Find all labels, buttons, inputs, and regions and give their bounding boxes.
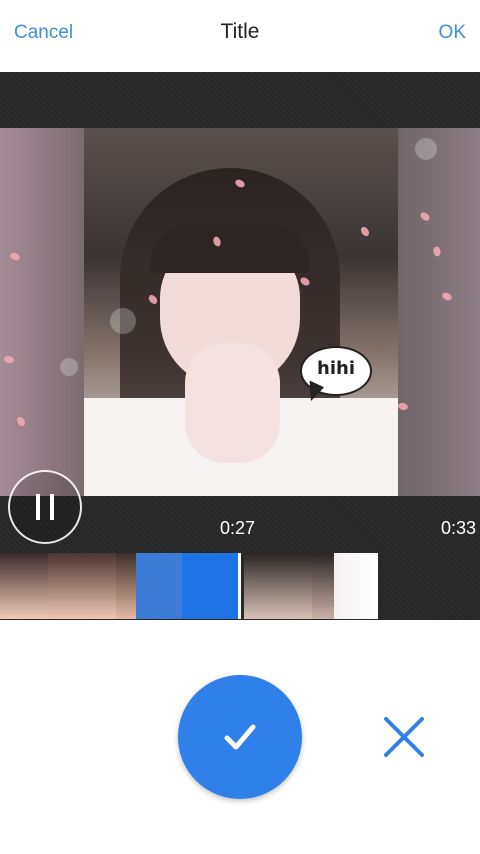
filmstrip-frame[interactable] [116,553,136,619]
bokeh-light [60,358,78,376]
confirm-button[interactable] [178,675,302,799]
hand-shape [185,343,280,463]
filmstrip-frame-selected[interactable] [136,553,182,619]
pause-button[interactable] [8,470,82,544]
current-time: 0:27 [220,518,256,538]
petal [418,210,432,223]
speech-bubble-text: hihi [317,358,355,379]
filmstrip-frame[interactable] [244,553,312,619]
petal [432,245,442,258]
bangs-shape [150,223,310,273]
filmstrip-frame[interactable] [312,553,334,619]
total-time: 0:33 [440,518,476,538]
petal [15,415,27,428]
bokeh-light [110,308,136,334]
page-title: Title [220,20,260,43]
filmstrip-frame[interactable] [0,553,48,619]
playhead[interactable] [238,553,241,619]
petal [440,291,454,302]
bokeh-light [415,138,437,160]
petal [397,401,409,412]
checkmark-icon [224,724,256,750]
video-preview[interactable]: hihi [0,128,480,496]
petal [3,355,15,364]
top-dark-band [0,72,480,128]
filmstrip-frame[interactable] [334,553,378,619]
filmstrip-frame-selected[interactable] [182,553,238,619]
filmstrip-frame[interactable] [48,553,116,619]
ok-button[interactable]: OK [439,22,466,44]
petal [9,251,21,262]
top-bar: Cancel Title OK [0,0,480,72]
close-icon [384,717,424,757]
discard-button[interactable] [380,713,428,761]
